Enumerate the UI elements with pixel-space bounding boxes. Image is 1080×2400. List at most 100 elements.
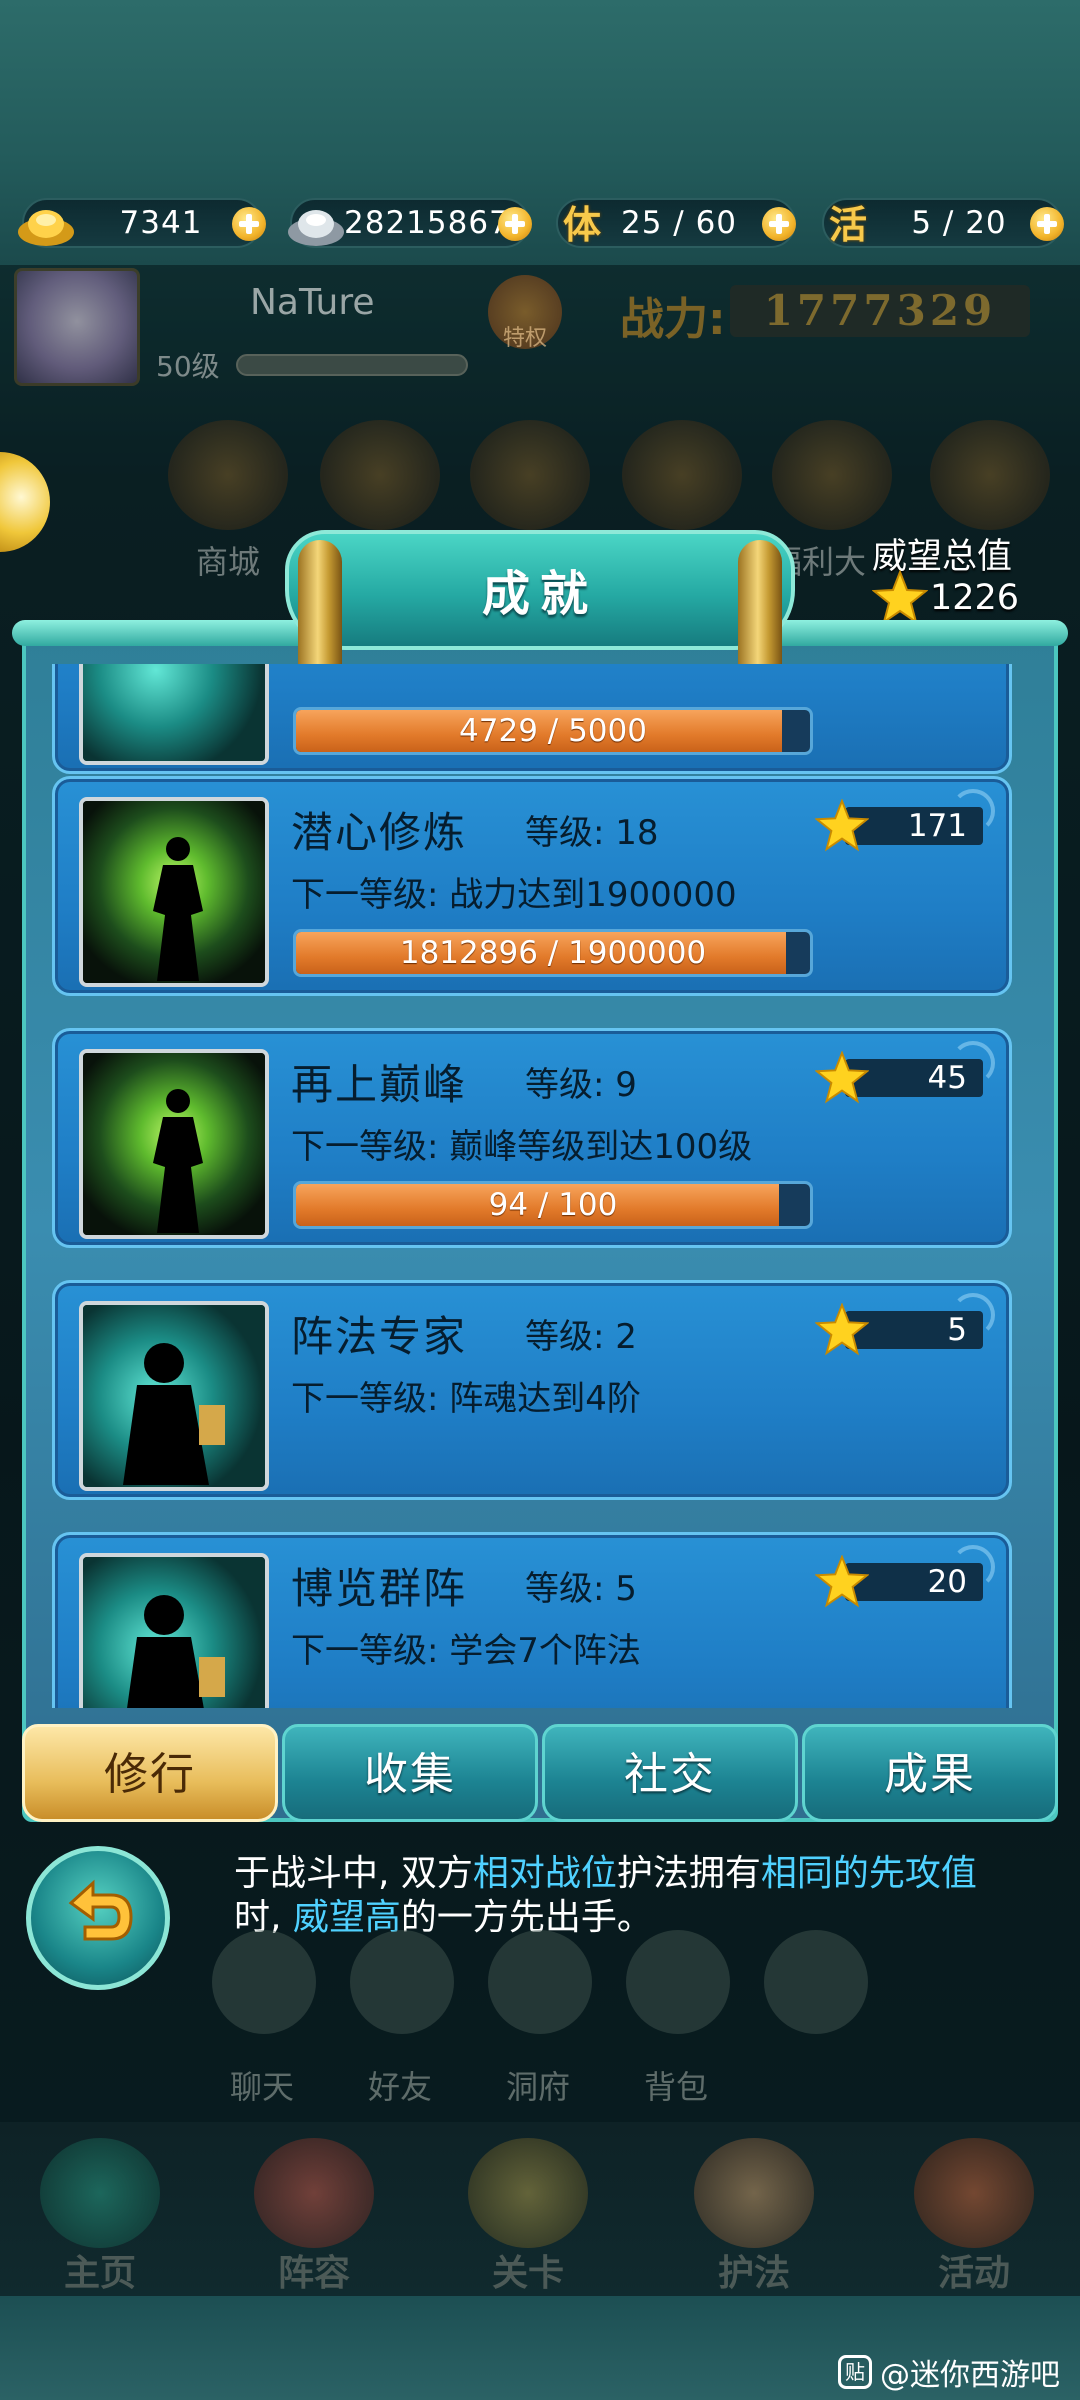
player-avatar [14,268,140,386]
add-vigor-button[interactable] [1030,207,1064,241]
stage-icon [468,2138,588,2248]
stamina-icon: 体 [562,202,601,247]
watermark: 贴 @迷你西游吧 [838,2350,1060,2394]
player-level: 50级 [156,350,220,383]
star-count: 5 [947,1312,967,1348]
welfare-icon [772,420,892,530]
progress-text: 94 / 100 [488,1187,618,1223]
star-icon [815,799,869,852]
progress-text: 1812896 / 1900000 [399,935,707,971]
nav-home: 主页 [0,2130,200,2294]
nav-guardian-label: 护法 [717,2253,790,2294]
add-gold-button[interactable] [232,207,266,241]
nav-lineup-label: 阵容 [277,2253,350,2294]
stamina-amount: 25 / 60 [620,205,738,241]
power-label: 战力: [620,294,726,345]
achievement-name: 博览群阵 [291,1564,468,1613]
tieba-icon: 贴 [838,2355,872,2389]
back-button[interactable] [26,1846,170,1990]
events-icon [914,2138,1034,2248]
tab-collection[interactable]: 收集 [282,1724,538,1822]
gold-amount: 7341 [119,205,203,241]
add-stamina-button[interactable] [762,207,796,241]
cave-label: 洞府 [506,2068,571,2106]
tab-results[interactable]: 成果 [802,1724,1058,1822]
achievement-card: 再上巅峰 等级: 9 下一等级: 巅峰等级到达100级 45 94 / 100 [52,1028,1012,1248]
nav-events: 活动 [874,2130,1074,2294]
power-value: 1777329 [730,285,1030,337]
silver-ingot-icon [288,210,344,246]
achievement-card: 潜心修炼 等级: 18 下一等级: 战力达到1900000 171 181289… [52,776,1012,996]
nav-events-label: 活动 [937,2253,1010,2294]
shop-icon [168,420,288,530]
menu-icon [470,420,590,530]
nav-stage: 关卡 [428,2130,628,2294]
progress-text: 4729 / 5000 [459,713,647,749]
achievement-name: 阵法专家 [291,1312,468,1361]
progress-bar: 94 / 100 [293,1181,813,1229]
achievement-icon [79,797,269,987]
star-reward: 5 [815,1303,985,1356]
lineup-icon [254,2138,374,2248]
category-tabs: 修行 收集 社交 成果 [22,1724,1058,1824]
bag-icon [626,1930,730,2034]
watermark-text: @迷你西游吧 [880,2358,1060,2393]
menu-icon [622,420,742,530]
vigor-amount: 5 / 20 [911,205,1007,241]
achievement-name: 再上巅峰 [291,1060,468,1109]
star-count: 45 [927,1060,967,1096]
achievement-icon [79,1049,269,1239]
prestige-total-value: 1226 [930,578,1020,618]
achievement-requirement: 下一等级: 阵魂达到4阶 [291,1379,641,1419]
star-reward: 45 [815,1051,985,1104]
star-icon [815,1555,869,1608]
guardian-icon [694,2138,814,2248]
nav-home-label: 主页 [63,2253,136,2294]
achievement-icon [79,1553,269,1708]
star-reward: 171 [815,799,985,852]
shop-label: 商城 [196,543,261,581]
bag-label: 背包 [644,2068,709,2106]
panel-title: 成就 [481,566,598,622]
star-icon [815,1051,869,1104]
menu-icon [320,420,440,530]
star-count: 20 [927,1564,967,1600]
chat-label: 聊天 [230,2068,295,2106]
nav-lineup: 阵容 [214,2130,414,2294]
progress-bar: 4729 / 5000 [293,707,813,755]
gold-ingot-icon [18,210,74,246]
silver-amount: 282158675 [344,205,531,241]
add-silver-button[interactable] [498,207,532,241]
friends-label: 好友 [368,2068,433,2106]
achievement-requirement: 下一等级: 战力达到1900000 [291,875,737,915]
up-arrow-icon [764,1930,868,2034]
menu-icon [930,420,1050,530]
achievement-level: 等级: 5 [525,1569,637,1609]
achievement-card: 阵法专家 等级: 2 下一等级: 阵魂达到4阶 5 [52,1280,1012,1500]
chat-icon [212,1930,316,2034]
achievement-level: 等级: 2 [525,1317,637,1357]
player-exp-bar [236,354,468,376]
achievement-level: 等级: 9 [525,1065,637,1105]
nav-guardian: 护法 [654,2130,854,2294]
progress-bar: 1812896 / 1900000 [293,929,813,977]
vip-label: 特权 [502,326,547,351]
star-reward: 20 [815,1555,985,1608]
achievement-level: 等级: 18 [525,813,659,853]
home-icon [40,2138,160,2248]
achievement-name: 潜心修炼 [291,808,468,857]
star-count: 171 [907,808,967,844]
achievement-requirement: 下一等级: 巅峰等级到达100级 [291,1127,753,1167]
achievement-card: 4729 / 5000 [52,664,1012,774]
achievement-list[interactable]: 4729 / 5000 潜心修炼 等级: 18 下一等级: 战力达到190000… [52,664,1028,1708]
star-icon [872,570,928,625]
tab-social[interactable]: 社交 [542,1724,798,1822]
cave-icon [488,1930,592,2034]
vigor-icon: 活 [828,202,867,247]
achievement-icon [79,1301,269,1491]
achievement-requirement: 下一等级: 学会7个阵法 [291,1631,641,1671]
tab-cultivation[interactable]: 修行 [22,1724,278,1822]
friends-icon [350,1930,454,2034]
nav-stage-label: 关卡 [491,2253,564,2294]
tip-text: 于战斗中, 双方相对战位护法拥有相同的先攻值 时, 威望高的一方先出手。 [234,1853,977,1938]
